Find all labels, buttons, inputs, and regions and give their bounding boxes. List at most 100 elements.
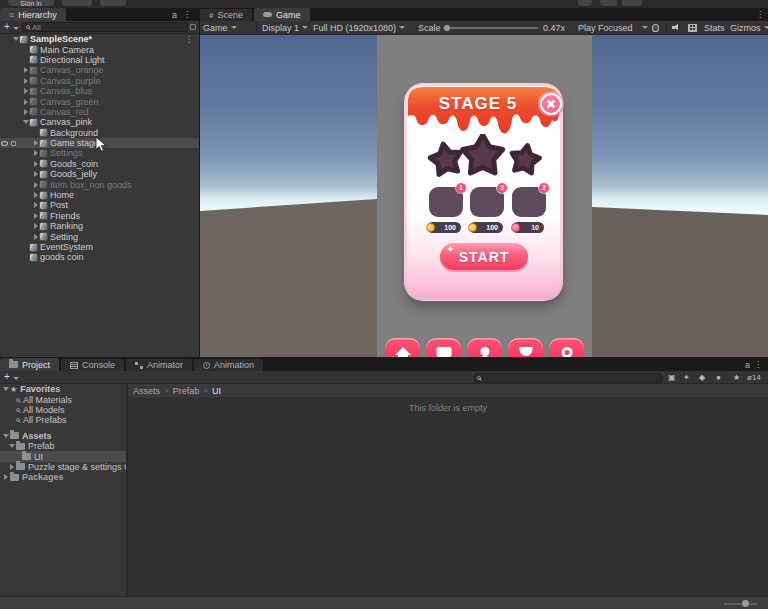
project-item-assets[interactable]: Assets [0, 431, 126, 441]
item-slot[interactable]: 3 [470, 187, 504, 217]
friends-nav-button[interactable] [467, 338, 502, 357]
expander-icon[interactable] [2, 387, 10, 391]
close-button[interactable]: × [540, 93, 562, 115]
tab-console[interactable]: Console [61, 359, 124, 371]
hierarchy-item-goods-jelly[interactable]: Goods_jelly [0, 169, 199, 179]
vsync-icon[interactable] [688, 21, 697, 34]
hidden-count-icon[interactable]: ø14 [747, 373, 761, 382]
breadcrumb-ui[interactable]: UI [212, 386, 221, 396]
expander-icon[interactable] [2, 474, 10, 480]
hierarchy-item-samplescene[interactable]: SampleScene*⋮ [0, 34, 199, 44]
post-nav-button[interactable] [426, 338, 461, 357]
expander-icon[interactable] [8, 444, 16, 448]
create-button[interactable]: + [4, 371, 10, 383]
scale-slider[interactable] [443, 27, 538, 29]
hierarchy-item-canvas-orange[interactable]: Canvas_orange [0, 65, 199, 75]
hierarchy-item-post[interactable]: Post [0, 200, 199, 210]
hierarchy-item-goods-coin[interactable]: Goods_coin [0, 159, 199, 169]
project-item-all-prefabs[interactable]: All Prefabs [0, 415, 126, 425]
sign-in-button[interactable]: Sign in [8, 0, 54, 6]
expander-icon[interactable] [32, 234, 40, 240]
expander-icon[interactable] [22, 78, 30, 84]
project-item-all-materials[interactable]: All Materials [0, 394, 126, 404]
tab-game[interactable]: Game [254, 8, 310, 21]
search-filter-icon[interactable] [190, 24, 196, 30]
expander-icon[interactable] [32, 140, 40, 146]
toolbar-button[interactable] [600, 0, 617, 6]
favorites-icon[interactable]: ★ [733, 373, 740, 382]
stats-button[interactable]: Stats [704, 21, 725, 34]
hierarchy-item-canvas-blue[interactable]: Canvas_blue [0, 86, 199, 96]
create-button[interactable]: + [4, 21, 10, 33]
play-mode-dropdown[interactable]: Play Focused [578, 21, 648, 34]
expander-icon[interactable] [22, 120, 30, 124]
expander-icon[interactable] [32, 171, 40, 177]
hierarchy-item-main-camera[interactable]: Main Camera [0, 44, 199, 54]
project-item-puzzle-stage-settings-gui[interactable]: Puzzle stage & settings GUI [0, 462, 126, 472]
tab-animator[interactable]: Animator [126, 359, 192, 371]
hierarchy-item-home[interactable]: Home [0, 190, 199, 200]
hierarchy-item-canvas-green[interactable]: Canvas_green [0, 96, 199, 106]
hierarchy-item-directional-light[interactable]: Directional Light [0, 55, 199, 65]
tab-hierarchy[interactable]: ≡ Hierarchy [0, 8, 66, 21]
setting-nav-button[interactable] [549, 338, 584, 357]
project-item-ui[interactable]: UI [0, 451, 126, 461]
hierarchy-item-item-box-non-goods[interactable]: Item box_non goods [0, 179, 199, 189]
tab-project[interactable]: Project [0, 358, 59, 371]
project-item-prefab[interactable]: Prefab [0, 441, 126, 451]
expander-icon[interactable] [32, 161, 40, 167]
create-dropdown-icon[interactable] [13, 377, 19, 380]
pickability-icon[interactable] [11, 141, 16, 146]
resolution-dropdown[interactable]: Full HD (1920x1080) [313, 21, 405, 34]
hierarchy-item-eventsystem[interactable]: EventSystem [0, 242, 199, 252]
expander-icon[interactable] [22, 67, 30, 73]
expander-icon[interactable] [2, 434, 10, 438]
expander-icon[interactable] [22, 88, 30, 94]
item-slot[interactable]: 2 [512, 187, 546, 217]
zoom-slider-knob[interactable] [742, 600, 749, 607]
expander-icon[interactable] [12, 37, 20, 41]
breadcrumb-prefab[interactable]: Prefab [173, 386, 200, 396]
project-item-all-models[interactable]: All Models [0, 405, 126, 415]
panel-menu-icon[interactable]: ⋮ [756, 10, 764, 19]
expander-icon[interactable] [22, 109, 30, 115]
display-dropdown[interactable]: Display 1 [262, 21, 308, 34]
sprite-icon[interactable]: ✦ [683, 373, 690, 382]
expander-icon[interactable] [32, 213, 40, 219]
expander-icon[interactable] [32, 202, 40, 208]
info-icon[interactable]: ● [716, 373, 721, 382]
preset-icon[interactable]: ▣ [668, 373, 676, 382]
expander-icon[interactable] [32, 182, 40, 188]
expander-icon[interactable] [32, 192, 40, 198]
project-search-input[interactable] [473, 373, 663, 383]
expander-icon[interactable] [22, 99, 30, 105]
project-item-packages[interactable]: Packages [0, 472, 126, 482]
home-nav-button[interactable] [385, 338, 420, 357]
ranking-nav-button[interactable] [508, 338, 543, 357]
game-mode-dropdown[interactable]: Game [203, 21, 237, 34]
tab-scene[interactable]: #Scene [200, 9, 252, 21]
hierarchy-item-friends[interactable]: Friends [0, 211, 199, 221]
zoom-slider[interactable] [724, 603, 757, 605]
expander-icon[interactable] [32, 150, 40, 156]
create-dropdown-icon[interactable] [13, 27, 19, 30]
expander-icon[interactable] [32, 223, 40, 229]
mute-audio-icon[interactable] [672, 21, 681, 34]
hierarchy-item-canvas-red[interactable]: Canvas_red [0, 107, 199, 117]
lock-icon[interactable]: a [745, 360, 750, 370]
toolbar-button[interactable] [622, 0, 642, 6]
hierarchy-item-canvas-purple[interactable]: Canvas_purple [0, 76, 199, 86]
toolbar-button[interactable] [578, 0, 592, 6]
toolbar-button[interactable] [100, 0, 126, 6]
scene-menu-icon[interactable]: ⋮ [185, 35, 193, 44]
item-slot[interactable]: 1 [429, 187, 463, 217]
hierarchy-item-goods-coin[interactable]: goods coin [0, 252, 199, 262]
expander-icon[interactable] [8, 464, 16, 470]
gizmos-dropdown[interactable]: Gizmos [730, 21, 768, 34]
hierarchy-item-canvas-pink[interactable]: Canvas_pink [0, 117, 199, 127]
project-item-favorites[interactable]: ★Favorites [0, 384, 126, 394]
toolbar-button[interactable] [62, 0, 92, 6]
lock-icon[interactable]: a [172, 10, 177, 20]
start-button[interactable]: ✦START [440, 243, 528, 270]
label-icon[interactable]: ◆ [699, 373, 705, 382]
